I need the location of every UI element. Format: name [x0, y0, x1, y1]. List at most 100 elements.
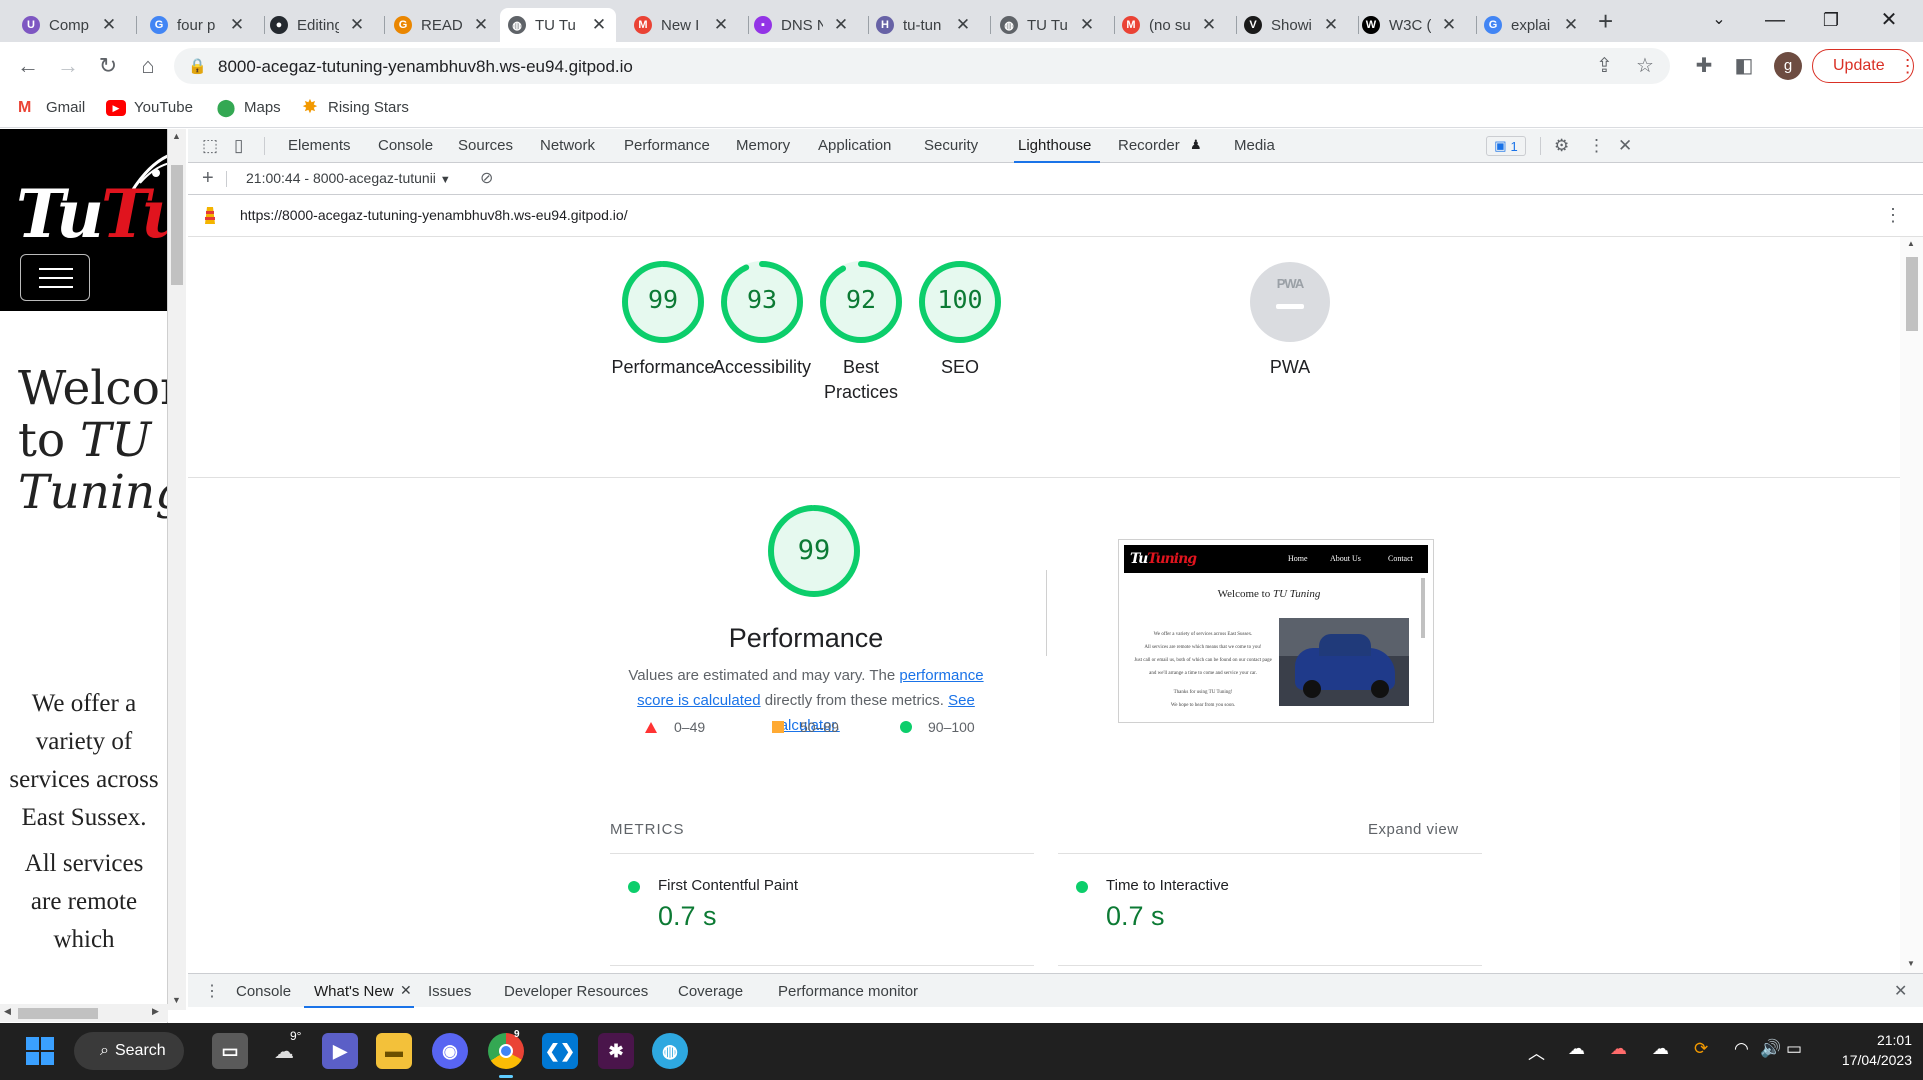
browser-tab[interactable]: M New I ✕ — [626, 8, 738, 42]
browser-tab[interactable]: Gfour p ✕ — [142, 8, 254, 42]
scroll-left-arrow-icon[interactable]: ◀ — [4, 1006, 11, 1017]
drawer-tab[interactable]: Coverage — [678, 983, 743, 1000]
devtools-tab-console[interactable]: Console — [378, 137, 433, 154]
onedrive-sync-icon[interactable]: ☁ — [1652, 1039, 1669, 1059]
drawer-menu-icon[interactable]: ⋮ — [204, 981, 220, 1001]
close-devtools-icon[interactable]: ✕ — [1618, 136, 1632, 156]
close-tab-icon[interactable]: ✕ — [1200, 15, 1218, 35]
browser-tab[interactable]: G READ ✕ — [386, 8, 498, 42]
scroll-up-arrow-icon[interactable]: ▲ — [172, 131, 181, 141]
devtools-tab-media[interactable]: Media — [1234, 137, 1275, 154]
tab-search-icon[interactable]: ⌄ — [1696, 4, 1742, 36]
gauge-accessibility[interactable]: 93 — [721, 261, 803, 343]
devtools-tab-memory[interactable]: Memory — [736, 137, 790, 154]
scroll-down-arrow-icon[interactable]: ▼ — [172, 995, 181, 1005]
task-view-icon[interactable]: ▭ — [212, 1033, 248, 1069]
devtools-tab-sources[interactable]: Sources — [458, 137, 513, 154]
bookmark-youtube[interactable]: ▶ YouTube — [106, 99, 193, 116]
windows-start-icon[interactable] — [22, 1033, 58, 1069]
update-button[interactable]: Update ⋮ — [1812, 49, 1917, 83]
close-window-button[interactable]: ✕ — [1866, 4, 1912, 36]
close-tab-icon[interactable]: ✕ — [954, 15, 972, 35]
close-tab-icon[interactable]: ✕ — [1078, 15, 1096, 35]
browser-tab[interactable]: V Showi ✕ — [1236, 8, 1348, 42]
browser-tab[interactable]: ◍ TU Tu ✕ — [500, 8, 616, 42]
forward-arrow-icon[interactable]: → — [52, 50, 84, 82]
close-tab-icon[interactable]: ✕ — [228, 15, 246, 35]
clear-reports-icon[interactable]: ⊘ — [480, 168, 493, 188]
profile-avatar[interactable]: g — [1774, 52, 1802, 80]
bookmark-rising-stars[interactable]: ✸ Rising Stars — [300, 98, 409, 117]
close-tab-icon[interactable]: ✕ — [832, 15, 850, 35]
onedrive-error-icon[interactable]: ☁ — [1610, 1039, 1627, 1059]
inspect-element-icon[interactable]: ⬚ — [202, 136, 218, 156]
back-arrow-icon[interactable]: ← — [12, 50, 44, 82]
site-logo[interactable]: TuTuning — [16, 175, 167, 253]
browser-tab[interactable]: U Comp ✕ — [14, 8, 126, 42]
close-drawer-tab-icon[interactable]: ✕ — [400, 982, 412, 999]
update-sync-icon[interactable]: ⟳ — [1694, 1039, 1708, 1059]
battery-icon[interactable]: ▭ — [1786, 1039, 1802, 1059]
system-clock[interactable]: 21:01 17/04/2023 — [1822, 1030, 1912, 1070]
close-drawer-icon[interactable]: ✕ — [1894, 981, 1907, 1001]
report-url[interactable]: https://8000-acegaz-tutuning-yenambhuv8h… — [240, 207, 628, 223]
chrome-icon[interactable]: 9 — [488, 1029, 524, 1069]
restore-button[interactable]: ❐ — [1808, 4, 1854, 36]
more-options-icon[interactable]: ⋮ — [1588, 136, 1605, 156]
new-tab-button[interactable]: + — [1598, 6, 1613, 37]
discord-icon[interactable]: ◉ — [432, 1033, 468, 1069]
issues-badge[interactable]: ▣ 1 — [1486, 136, 1526, 156]
bookmark-gmail[interactable]: M Gmail — [18, 99, 85, 116]
minimize-button[interactable]: — — [1752, 4, 1798, 36]
scrollbar-thumb[interactable] — [18, 1008, 98, 1019]
devtools-tab-elements[interactable]: Elements — [288, 137, 351, 154]
scroll-up-arrow-icon[interactable]: ▲ — [1907, 239, 1915, 248]
teams-icon[interactable]: ▶ — [322, 1033, 358, 1069]
browser-tab[interactable]: Gexplai ✕ — [1476, 8, 1588, 42]
browser-tab[interactable]: ▪ DNS N ✕ — [746, 8, 858, 42]
bookmark-maps[interactable]: ⬤ Maps — [216, 99, 280, 117]
gauge-performance[interactable]: 99 — [622, 261, 704, 343]
close-tab-icon[interactable]: ✕ — [472, 15, 490, 35]
website-horizontal-scrollbar[interactable]: ◀ ▶ — [0, 1004, 168, 1022]
website-vertical-scrollbar[interactable]: ▲ ▼ — [168, 129, 186, 1010]
close-tab-icon[interactable]: ✕ — [1322, 15, 1340, 35]
taskbar-search[interactable]: ⌕ Search — [74, 1032, 184, 1070]
drawer-tab[interactable]: Issues — [428, 983, 471, 1000]
scroll-right-arrow-icon[interactable]: ▶ — [152, 1006, 159, 1017]
drawer-tab[interactable]: Developer Resources — [504, 983, 648, 1000]
weather-widget[interactable]: ☁ 9° — [266, 1029, 302, 1069]
browser-tab[interactable]: Htu-tun ✕ — [868, 8, 980, 42]
onedrive-icon[interactable]: ☁ — [1568, 1039, 1585, 1059]
devtools-tab-lighthouse[interactable]: Lighthouse — [1018, 137, 1091, 154]
browser-tab[interactable]: ◍ TU Tu ✕ — [992, 8, 1104, 42]
file-explorer-icon[interactable]: ▬ — [376, 1033, 412, 1069]
devtools-tab-security[interactable]: Security — [924, 137, 978, 154]
final-screenshot[interactable]: TuTuning Home About Us Contact Welcome t… — [1118, 539, 1434, 723]
browser-tab[interactable]: W W3C (✕ — [1354, 8, 1466, 42]
close-tab-icon[interactable]: ✕ — [100, 15, 118, 35]
vscode-icon[interactable]: ❮❯ — [542, 1033, 578, 1069]
close-tab-icon[interactable]: ✕ — [1440, 15, 1458, 35]
side-panel-icon[interactable]: ◧ — [1730, 52, 1758, 80]
slack-icon[interactable]: ✱ — [598, 1033, 634, 1069]
gauge-seo[interactable]: 100 — [919, 261, 1001, 343]
wifi-icon[interactable]: ◠ — [1734, 1039, 1749, 1059]
close-tab-icon[interactable]: ✕ — [1562, 15, 1580, 35]
drawer-tab[interactable]: Console — [236, 983, 291, 1000]
extensions-puzzle-icon[interactable]: ✚ — [1690, 52, 1718, 80]
volume-icon[interactable]: 🔊 — [1760, 1039, 1781, 1059]
gauge-best-practices[interactable]: 92 — [820, 261, 902, 343]
drawer-tab[interactable]: What's New — [314, 983, 394, 1000]
bookmark-star-icon[interactable]: ☆ — [1636, 53, 1654, 78]
pwa-gauge[interactable]: PWA — [1249, 261, 1331, 343]
new-report-plus-icon[interactable]: + — [202, 167, 214, 190]
scrollbar-thumb[interactable] — [171, 165, 183, 285]
report-scrollbar[interactable]: ▲ ▼ — [1900, 237, 1923, 973]
close-tab-icon[interactable]: ✕ — [590, 15, 608, 35]
scroll-down-arrow-icon[interactable]: ▼ — [1907, 959, 1915, 968]
share-icon[interactable]: ⇪ — [1596, 53, 1613, 78]
show-hidden-icons-chevron[interactable]: ︿ — [1528, 1039, 1545, 1064]
globe-app-icon[interactable]: ◍ — [652, 1033, 688, 1069]
devtools-tab-performance[interactable]: Performance — [624, 137, 710, 154]
